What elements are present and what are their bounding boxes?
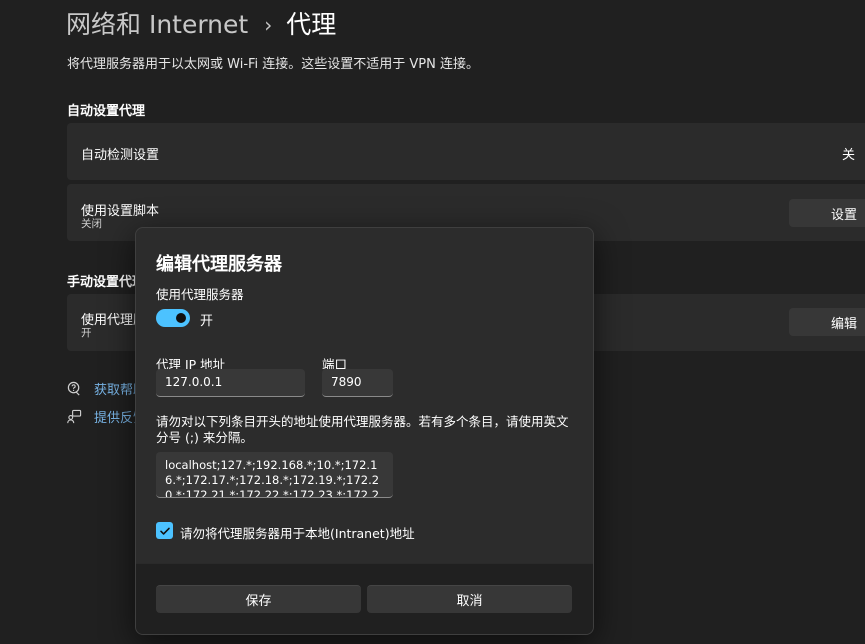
section-heading-auto: 自动设置代理	[67, 104, 146, 119]
edit-proxy-button[interactable]: 编辑	[789, 308, 865, 336]
toggle-knob	[176, 313, 186, 323]
checkmark-icon	[159, 527, 170, 535]
edit-proxy-dialog: 编辑代理服务器 使用代理服务器 开 代理 IP 地址 127.0.0.1 端口 …	[135, 227, 594, 635]
cancel-button[interactable]: 取消	[367, 585, 572, 613]
settings-page: 网络和 Internet › 代理 将代理服务器用于以太网或 Wi-Fi 连接。…	[0, 0, 865, 644]
breadcrumb-parent[interactable]: 网络和 Internet	[66, 8, 248, 42]
save-button[interactable]: 保存	[156, 585, 361, 613]
local-bypass-checkbox[interactable]	[156, 522, 173, 539]
dialog-footer: 保存 取消	[136, 563, 593, 634]
manual-proxy-status: 开	[81, 327, 92, 339]
port-input[interactable]: 7890	[322, 369, 393, 397]
auto-detect-state: 关	[841, 148, 855, 163]
ip-address-input[interactable]: 127.0.0.1	[156, 369, 305, 397]
dialog-title: 编辑代理服务器	[156, 254, 282, 275]
page-description: 将代理服务器用于以太网或 Wi-Fi 连接。这些设置不适用于 VPN 连接。	[67, 57, 480, 72]
exceptions-textarea[interactable]: localhost;127.*;192.168.*;10.*;172.16.*;…	[156, 452, 393, 498]
setup-script-button[interactable]: 设置	[789, 199, 865, 227]
help-chat-icon	[67, 381, 80, 396]
auto-detect-card[interactable]: 自动检测设置 关	[67, 123, 865, 180]
auto-detect-label: 自动检测设置	[81, 148, 160, 163]
exceptions-hint: 请勿对以下列条目开头的地址使用代理服务器。若有多个条目，请使用英文分号 (;) …	[156, 414, 569, 445]
chevron-right-icon: ›	[264, 13, 273, 37]
section-heading-manual: 手动设置代理	[67, 275, 146, 290]
page-title: 代理	[286, 10, 337, 39]
use-proxy-label: 使用代理服务器	[156, 287, 244, 302]
feedback-icon	[67, 409, 82, 424]
use-proxy-toggle[interactable]	[156, 309, 190, 327]
setup-script-status: 关闭	[81, 218, 102, 230]
local-bypass-label[interactable]: 请勿将代理服务器用于本地(Intranet)地址	[180, 523, 415, 542]
breadcrumb: 网络和 Internet › 代理	[66, 8, 336, 42]
toggle-state-text: 开	[200, 314, 214, 329]
